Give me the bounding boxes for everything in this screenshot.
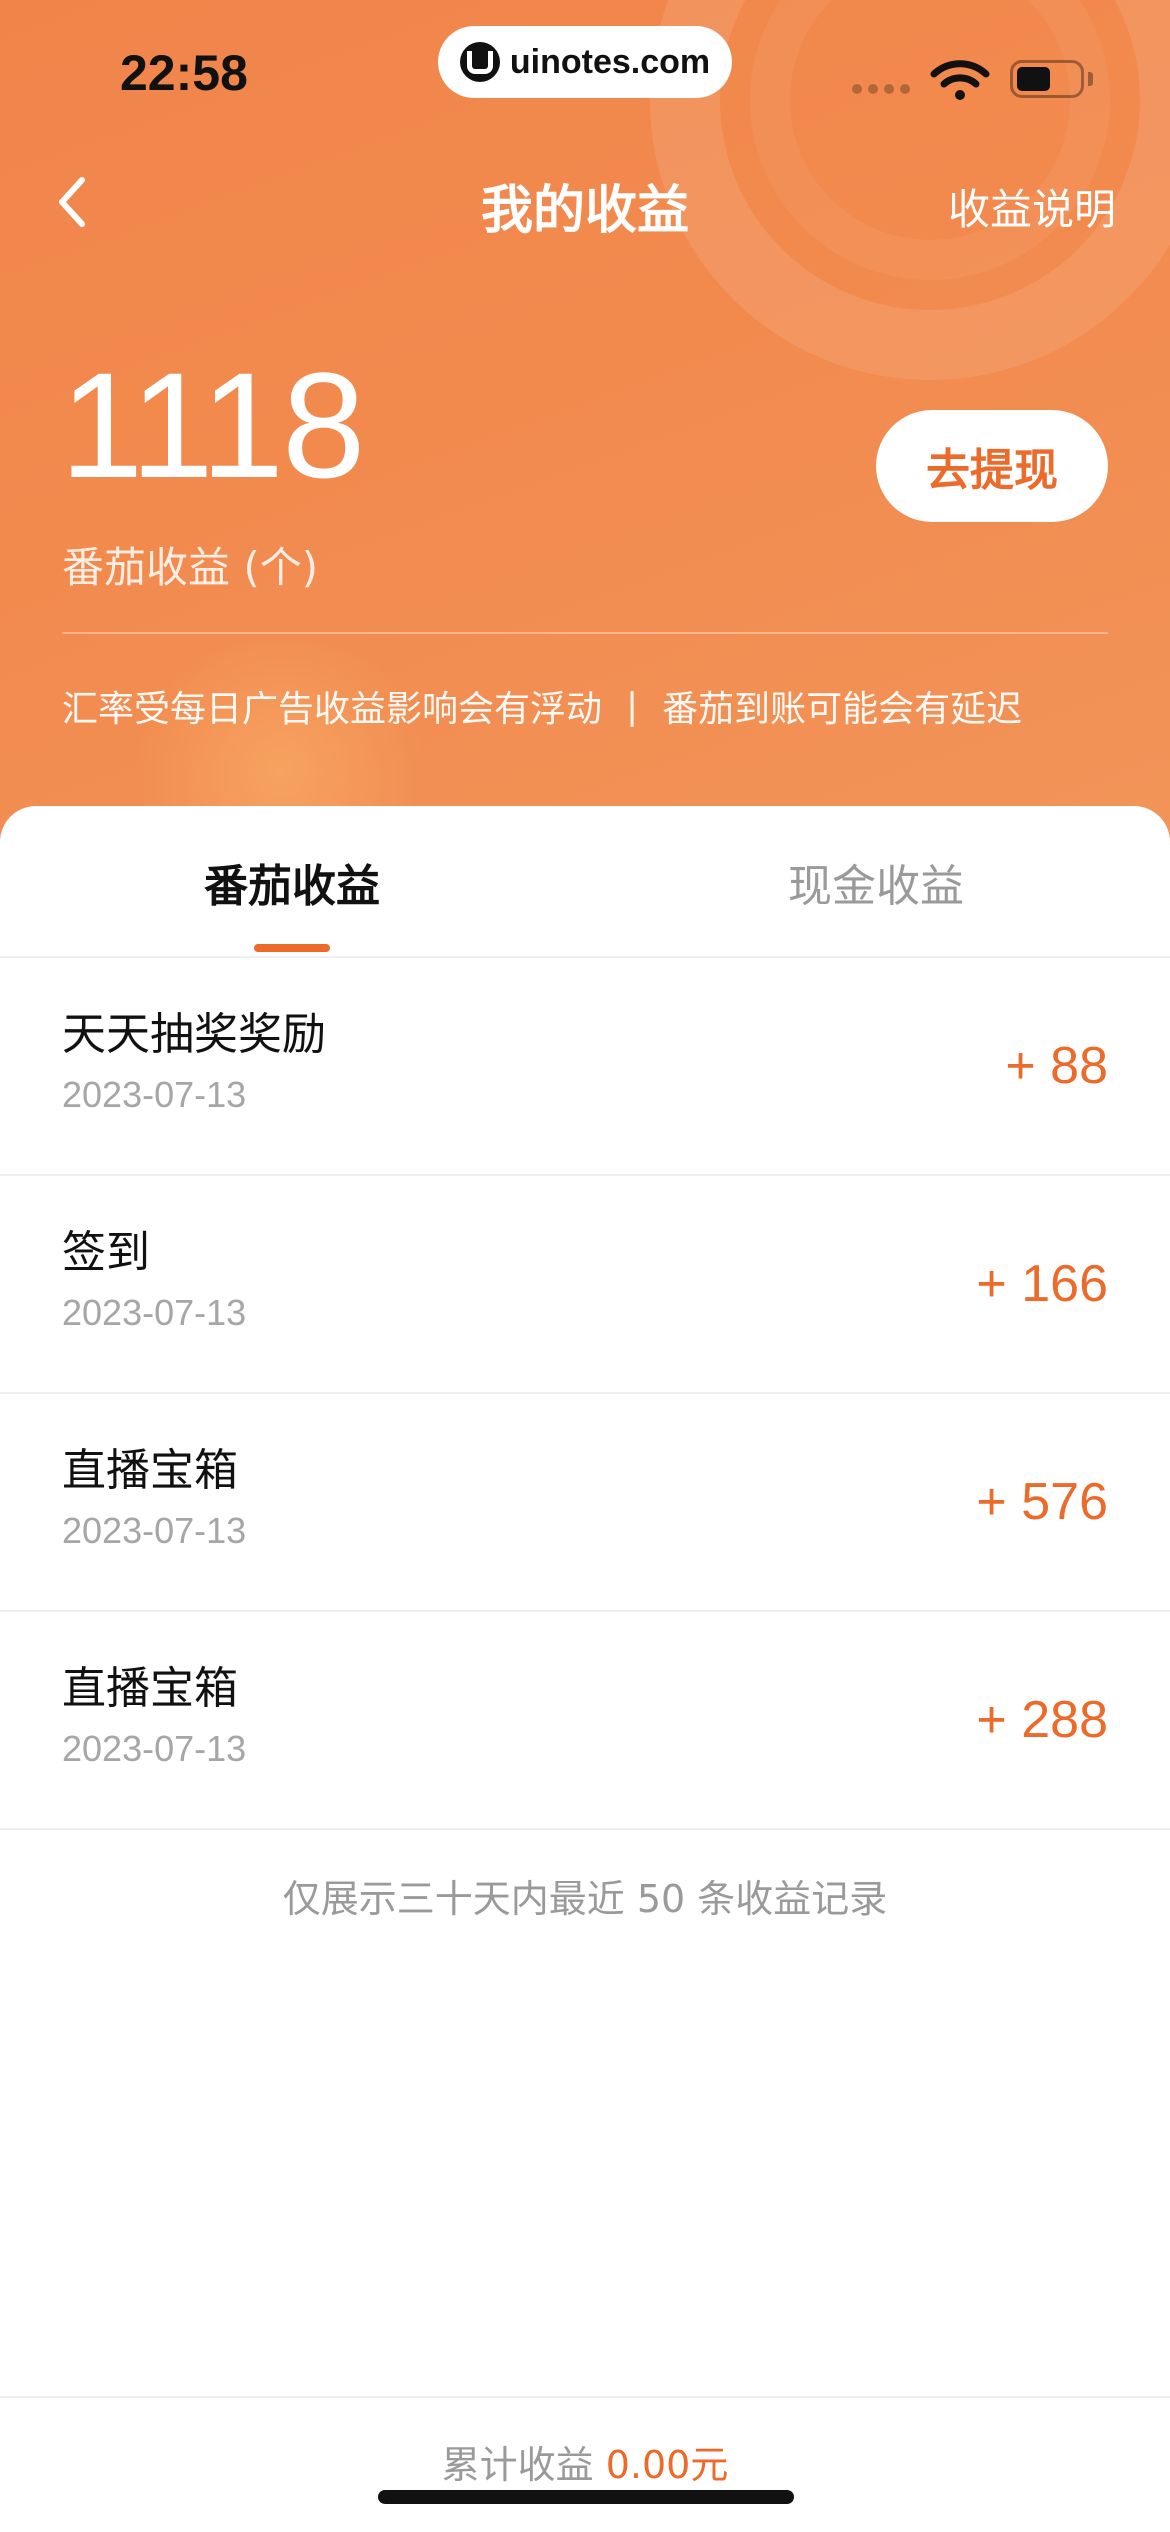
tab-tomato-earnings[interactable]: 番茄收益 [204, 850, 380, 914]
record-title: 直播宝箱 [62, 1663, 238, 1714]
withdraw-button[interactable]: 去提现 [876, 410, 1108, 522]
bottom-summary-bar: 累计收益 0.00元 [0, 2396, 1170, 2532]
record-amount: + 166 [976, 1255, 1108, 1313]
record-amount: + 288 [976, 1691, 1108, 1749]
divider [62, 632, 1108, 634]
total-earnings-value: 0.00元 [605, 2443, 729, 2487]
record-date: 2023-07-13 [62, 1292, 247, 1333]
record-date: 2023-07-13 [62, 1074, 247, 1115]
url-text: uinotes.com [509, 42, 711, 81]
notice-right: 番茄到账可能会有延迟 [662, 689, 1023, 730]
records-card: 番茄收益 现金收益 天天抽奖奖励 2023-07-13 + 88 签到 2023… [0, 806, 1170, 2532]
tab-cash-earnings[interactable]: 现金收益 [788, 850, 964, 914]
uinotes-logo-icon [459, 42, 500, 82]
list-item: 直播宝箱 2023-07-13 + 576 [0, 1394, 1170, 1612]
cellular-signal-icon [852, 84, 910, 94]
list-item: 直播宝箱 2023-07-13 + 288 [0, 1612, 1170, 1830]
notice-left: 汇率受每日广告收益影响会有浮动 [62, 689, 603, 730]
total-earnings-label: 累计收益 [441, 2443, 594, 2487]
record-date: 2023-07-13 [62, 1510, 247, 1551]
notice-text: 汇率受每日广告收益影响会有浮动 | 番茄到账可能会有延迟 [62, 680, 1022, 732]
record-title: 直播宝箱 [62, 1445, 238, 1496]
tab-active-indicator [254, 944, 330, 952]
balance-label: 番茄收益 (个) [62, 543, 319, 592]
balance-value: 1118 [60, 341, 365, 509]
record-title: 签到 [62, 1227, 150, 1278]
record-title: 天天抽奖奖励 [62, 1009, 326, 1060]
total-earnings: 累计收益 0.00元 [0, 2434, 1170, 2489]
wifi-icon [930, 60, 990, 100]
earnings-help-link[interactable]: 收益说明 [948, 176, 1116, 237]
status-time: 22:58 [120, 45, 248, 101]
url-pill: uinotes.com [438, 26, 732, 98]
home-indicator [378, 2490, 794, 2504]
battery-tip [1088, 72, 1093, 86]
list-item: 签到 2023-07-13 + 166 [0, 1176, 1170, 1394]
list-item: 天天抽奖奖励 2023-07-13 + 88 [0, 958, 1170, 1176]
record-date: 2023-07-13 [62, 1728, 247, 1769]
records-footnote: 仅展示三十天内最近 50 条收益记录 [282, 1877, 888, 1921]
record-amount: + 576 [976, 1473, 1108, 1531]
record-amount: + 88 [1005, 1037, 1108, 1095]
tab-bar: 番茄收益 现金收益 [0, 806, 1170, 958]
battery-icon [1010, 60, 1084, 98]
notice-separator: | [626, 685, 639, 727]
